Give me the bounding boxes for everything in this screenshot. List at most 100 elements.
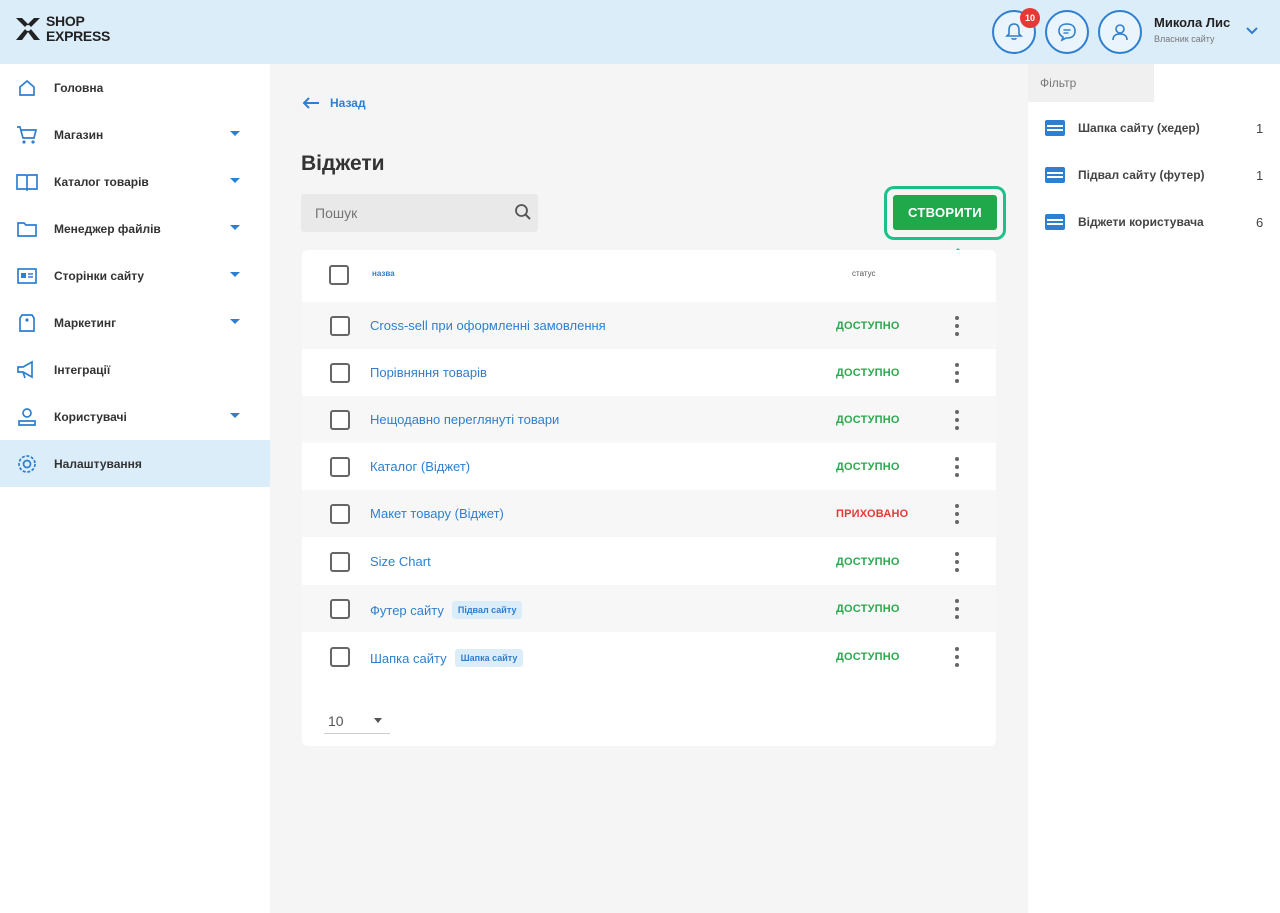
filter-item-user-widgets[interactable]: Віджети користувача 6 <box>1044 210 1280 234</box>
more-options-icon[interactable] <box>954 647 960 667</box>
widgets-table: назва статус Cross-sell при оформленні з… <box>302 250 996 746</box>
gear-icon <box>16 453 38 475</box>
caret-down-icon[interactable] <box>230 272 240 277</box>
column-header-status: статус <box>852 269 876 278</box>
status-badge: ДОСТУПНО <box>836 461 900 473</box>
messages-button[interactable] <box>1045 10 1089 54</box>
caret-down-icon[interactable] <box>230 319 240 324</box>
page-size-select[interactable]: 10 <box>324 708 390 734</box>
back-link[interactable]: Назад <box>302 96 366 110</box>
widget-type-tag: Підвал сайту <box>451 601 523 619</box>
users-icon <box>16 406 38 428</box>
more-options-icon[interactable] <box>954 599 960 619</box>
more-options-icon[interactable] <box>954 316 960 336</box>
widget-name-link[interactable]: Каталог (Віджет) <box>370 459 470 474</box>
user-name[interactable]: Микола Лис <box>1154 15 1230 30</box>
sidebar-item-label: Головна <box>54 80 104 95</box>
caret-down-icon[interactable] <box>230 413 240 418</box>
status-badge: ДОСТУПНО <box>836 603 900 615</box>
filter-item-label: Підвал сайту (футер) <box>1078 168 1205 182</box>
table-row[interactable]: Шапка сайту Шапка сайту ДОСТУПНО <box>302 633 996 680</box>
sidebar-item-file-manager[interactable]: Менеджер файлів <box>0 205 270 252</box>
sidebar-item-settings[interactable]: Налаштування <box>0 440 270 487</box>
row-checkbox[interactable] <box>330 599 350 619</box>
page-size-value: 10 <box>328 712 344 729</box>
widget-name-link[interactable]: Футер сайту Підвал сайту <box>370 601 523 619</box>
tab-filter[interactable]: Фільтр <box>1028 64 1154 102</box>
table-row[interactable]: Cross-sell при оформленні замовлення ДОС… <box>302 302 996 349</box>
tag-icon <box>16 312 38 334</box>
select-all-checkbox[interactable] <box>329 265 349 285</box>
more-options-icon[interactable] <box>954 504 960 524</box>
logo-mark-icon <box>16 18 40 40</box>
status-badge: ДОСТУПНО <box>836 320 900 332</box>
sidebar: Головна Магазин Каталог товарів Менеджер… <box>0 64 270 913</box>
row-checkbox[interactable] <box>330 363 350 383</box>
widget-name-link[interactable]: Макет товару (Віджет) <box>370 506 504 521</box>
sidebar-item-label: Налаштування <box>54 456 142 471</box>
more-options-icon[interactable] <box>954 552 960 572</box>
caret-down-icon <box>374 718 382 723</box>
sidebar-item-integrations[interactable]: Інтеграції <box>0 346 270 393</box>
sidebar-item-label: Інтеграції <box>54 362 111 377</box>
create-button[interactable]: СТВОРИТИ <box>893 195 997 230</box>
brand-logo[interactable]: SHOP EXPRESS <box>14 14 110 44</box>
filter-item-count: 6 <box>1256 214 1264 230</box>
sidebar-item-users[interactable]: Користувачі <box>0 393 270 440</box>
chevron-down-icon[interactable] <box>1244 24 1260 38</box>
sidebar-item-home[interactable]: Головна <box>0 64 270 111</box>
filter-item-label: Шапка сайту (хедер) <box>1078 121 1200 135</box>
search-icon[interactable] <box>514 203 532 221</box>
widget-name-link[interactable]: Size Chart <box>370 554 431 569</box>
table-header: назва статус <box>302 250 996 298</box>
book-icon <box>16 171 38 193</box>
more-options-icon[interactable] <box>954 457 960 477</box>
layout-icon <box>1045 167 1065 183</box>
sidebar-item-label: Магазин <box>54 127 104 142</box>
profile-button[interactable] <box>1098 10 1142 54</box>
sidebar-item-site-pages[interactable]: Сторінки сайту <box>0 252 270 299</box>
status-badge: ДОСТУПНО <box>836 651 900 663</box>
filter-item-label: Віджети користувача <box>1078 215 1204 229</box>
caret-down-icon[interactable] <box>230 178 240 183</box>
cart-icon <box>16 124 38 146</box>
layout-icon <box>1045 214 1065 230</box>
filter-item-footer[interactable]: Підвал сайту (футер) 1 <box>1044 163 1280 187</box>
row-checkbox[interactable] <box>330 504 350 524</box>
widget-type-tag: Шапка сайту <box>454 649 524 667</box>
row-checkbox[interactable] <box>330 316 350 336</box>
sidebar-item-marketing[interactable]: Маркетинг <box>0 299 270 346</box>
table-row[interactable]: Каталог (Віджет) ДОСТУПНО <box>302 443 996 490</box>
caret-down-icon[interactable] <box>230 225 240 230</box>
user-role: Власник сайту <box>1154 34 1215 44</box>
table-row[interactable]: Порівняння товарів ДОСТУПНО <box>302 349 996 396</box>
sidebar-item-catalog[interactable]: Каталог товарів <box>0 158 270 205</box>
status-badge: ДОСТУПНО <box>836 556 900 568</box>
filter-item-count: 1 <box>1256 120 1264 136</box>
row-checkbox[interactable] <box>330 457 350 477</box>
user-icon <box>1112 24 1128 41</box>
more-options-icon[interactable] <box>954 410 960 430</box>
table-row[interactable]: Нещодавно переглянуті товари ДОСТУПНО <box>302 396 996 443</box>
widget-name-link[interactable]: Порівняння товарів <box>370 365 487 380</box>
widget-name-link[interactable]: Cross-sell при оформленні замовлення <box>370 318 606 333</box>
filter-item-header[interactable]: Шапка сайту (хедер) 1 <box>1044 116 1280 140</box>
widget-name-link[interactable]: Шапка сайту Шапка сайту <box>370 649 524 667</box>
table-row[interactable]: Size Chart ДОСТУПНО <box>302 538 996 585</box>
sidebar-item-label: Користувачі <box>54 409 127 424</box>
table-row[interactable]: Футер сайту Підвал сайту ДОСТУПНО <box>302 585 996 632</box>
notifications-button[interactable]: 10 <box>992 8 1040 54</box>
more-options-icon[interactable] <box>954 363 960 383</box>
brand-line2: EXPRESS <box>46 28 111 44</box>
search-input[interactable] <box>301 194 538 232</box>
bell-icon <box>1005 23 1023 40</box>
filter-item-count: 1 <box>1256 167 1264 183</box>
row-checkbox[interactable] <box>330 647 350 667</box>
caret-down-icon[interactable] <box>230 131 240 136</box>
column-header-name[interactable]: назва <box>372 269 395 278</box>
row-checkbox[interactable] <box>330 410 350 430</box>
table-row[interactable]: Макет товару (Віджет) ПРИХОВАНО <box>302 490 996 537</box>
widget-name-link[interactable]: Нещодавно переглянуті товари <box>370 412 559 427</box>
sidebar-item-shop[interactable]: Магазин <box>0 111 270 158</box>
row-checkbox[interactable] <box>330 552 350 572</box>
